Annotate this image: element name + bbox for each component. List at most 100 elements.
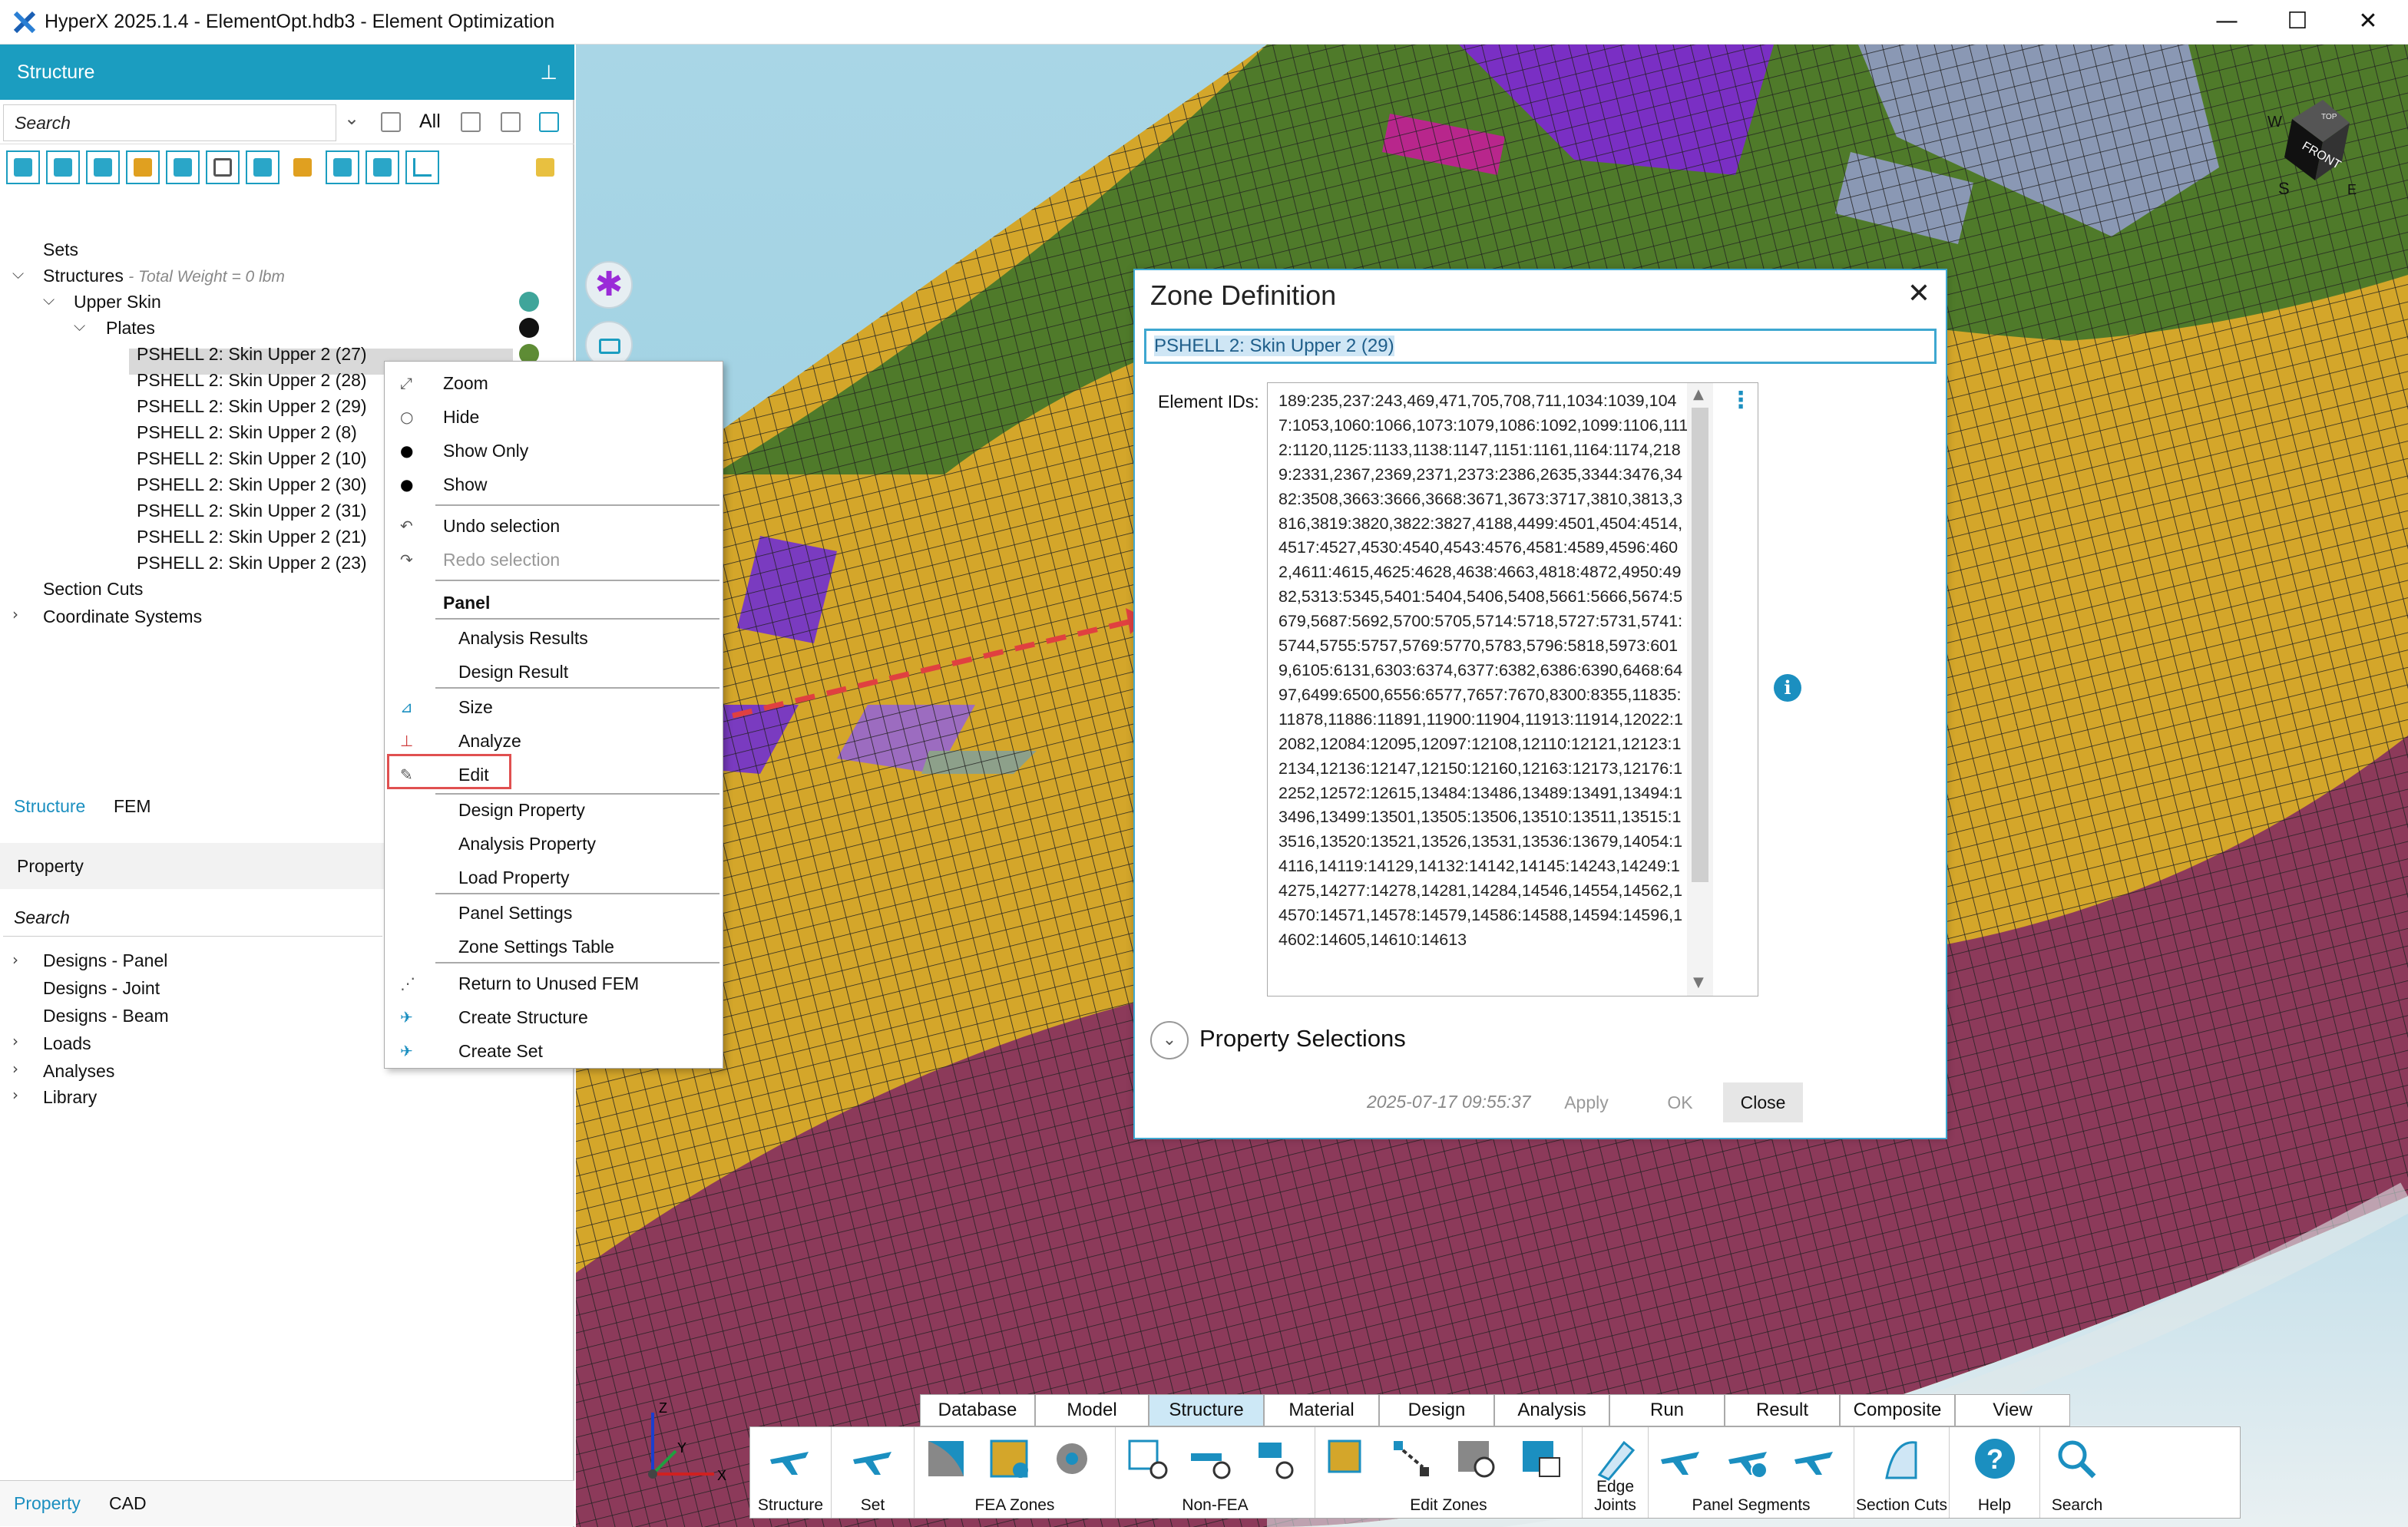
ribbon-group-panel-segments[interactable]: Panel Segments xyxy=(1649,1427,1854,1518)
scroll-down-icon[interactable]: ▼ xyxy=(1693,974,1704,990)
chevron-down-icon[interactable]: ⌄ xyxy=(1150,1021,1189,1059)
circle-outline-icon: ○ xyxy=(400,408,414,426)
ribbon-tab-material[interactable]: Material xyxy=(1264,1394,1379,1426)
non-fea-joint-icon xyxy=(1259,1443,1294,1479)
menu-separator xyxy=(435,893,719,894)
ribbon-tab-result[interactable]: Result xyxy=(1725,1394,1840,1426)
circle-filled-icon: ● xyxy=(400,441,414,460)
structure-plane-icon xyxy=(770,1452,809,1475)
set-plane-icon xyxy=(853,1452,891,1475)
menu-item-design-property[interactable]: Design Property xyxy=(385,793,723,827)
menu-header-panel: Panel xyxy=(443,593,491,613)
ribbon-group-help[interactable]: ? Help xyxy=(1950,1427,2040,1518)
element-ids-value: 189:235,237:243,469,471,705,708,711,1034… xyxy=(1278,392,1689,949)
menu-item-show-only[interactable]: ● Show Only xyxy=(385,434,723,468)
dialog-close-icon[interactable]: ✕ xyxy=(1907,278,1930,309)
zone-name-input[interactable]: PSHELL 2: Skin Upper 2 (29) xyxy=(1144,329,1937,364)
element-ids-scrollbar[interactable]: ▲ ▼ xyxy=(1687,383,1713,996)
edit-zone-select-icon xyxy=(1328,1439,1361,1473)
ribbon-tabs: Database Model Structure Material Design… xyxy=(920,1394,2072,1426)
redo-icon: ↷ xyxy=(400,550,413,569)
zoom-icon: ⤢ xyxy=(400,374,412,392)
panel-segment-icon xyxy=(1661,1452,1699,1475)
menu-item-size[interactable]: ⊿ Size xyxy=(385,690,723,724)
search-icon xyxy=(2058,1440,2096,1479)
element-ids-textarea[interactable]: 189:235,237:243,469,471,705,708,711,1034… xyxy=(1267,382,1758,997)
menu-item-analyze[interactable]: ⊥ Analyze xyxy=(385,724,723,758)
info-icon[interactable]: i xyxy=(1774,674,1801,702)
edit-zone-table-icon xyxy=(1523,1441,1560,1477)
circle-filled-icon: ● xyxy=(400,475,414,494)
ribbon-tab-analysis[interactable]: Analysis xyxy=(1494,1394,1609,1426)
scroll-up-icon[interactable]: ▲ xyxy=(1693,386,1704,402)
menu-item-load-property[interactable]: Load Property xyxy=(385,861,723,894)
scroll-thumb[interactable] xyxy=(1692,408,1708,882)
apply-button[interactable]: Apply xyxy=(1550,1082,1623,1122)
dialog-title: Zone Definition xyxy=(1150,279,1337,311)
dialog-timestamp: 2025-07-17 09:55:37 xyxy=(1367,1092,1531,1112)
ribbon-tab-composite[interactable]: Composite xyxy=(1840,1394,1955,1426)
edge-joint-icon xyxy=(1597,1440,1636,1481)
ribbon-toolbar: Structure Set FEA Zones Non-FEA Edit Zon… xyxy=(749,1426,2241,1519)
fea-gear-icon xyxy=(1057,1443,1087,1474)
zone-name-value: PSHELL 2: Skin Upper 2 (29) xyxy=(1154,335,1394,356)
edit-zone-split-icon xyxy=(1394,1441,1429,1476)
menu-separator xyxy=(435,962,719,963)
help-icon: ? xyxy=(1975,1439,2015,1479)
menu-item-zoom[interactable]: ⤢ Zoom xyxy=(385,366,723,400)
ribbon-group-structure[interactable]: Structure xyxy=(750,1427,832,1518)
menu-separator xyxy=(435,618,719,620)
kebab-menu-icon[interactable]: ⋮ xyxy=(1729,387,1752,414)
panel-segment-split-icon xyxy=(1794,1452,1833,1475)
create-structure-icon: ✈ xyxy=(400,1008,413,1026)
menu-separator xyxy=(435,504,719,506)
fea-zone-auto-icon xyxy=(990,1439,1028,1478)
menu-item-show[interactable]: ● Show xyxy=(385,468,723,501)
ribbon-tab-model[interactable]: Model xyxy=(1035,1394,1149,1426)
create-set-icon: ✈ xyxy=(400,1042,413,1060)
fea-zone-icon xyxy=(928,1441,964,1476)
menu-item-create-structure[interactable]: ✈ Create Structure xyxy=(385,1000,723,1034)
non-fea-beam-icon xyxy=(1191,1453,1231,1479)
element-ids-label: Element IDs: xyxy=(1158,392,1259,411)
menu-item-design-result[interactable]: Design Result xyxy=(385,655,723,689)
ribbon-group-search[interactable]: Search xyxy=(2040,1427,2114,1518)
analyze-icon: ⊥ xyxy=(400,732,414,750)
size-icon: ⊿ xyxy=(400,698,413,716)
ribbon-group-fea-zones[interactable]: FEA Zones xyxy=(915,1427,1116,1518)
edit-zone-refresh-icon xyxy=(1458,1441,1495,1478)
menu-item-create-set[interactable]: ✈ Create Set xyxy=(385,1034,723,1068)
menu-item-hide[interactable]: ○ Hide xyxy=(385,400,723,434)
property-selections-expander[interactable]: ⌄ Property Selections xyxy=(1150,1021,1406,1059)
ribbon-group-non-fea[interactable]: Non-FEA xyxy=(1116,1427,1315,1518)
ribbon-tab-structure[interactable]: Structure xyxy=(1149,1394,1264,1426)
panel-segment-auto-icon xyxy=(1728,1452,1768,1479)
menu-item-redo-selection: ↷ Redo selection xyxy=(400,550,561,570)
menu-separator xyxy=(435,580,719,581)
close-button[interactable]: Close xyxy=(1723,1082,1803,1122)
menu-item-analysis-property[interactable]: Analysis Property xyxy=(385,827,723,861)
context-menu: ⤢ Zoom ○ Hide ● Show Only ● Show ↶ Undo selec… xyxy=(384,361,723,1069)
menu-item-zone-settings-table[interactable]: Zone Settings Table xyxy=(385,930,723,963)
ribbon-tab-design[interactable]: Design xyxy=(1379,1394,1494,1426)
ribbon-tab-database[interactable]: Database xyxy=(920,1394,1035,1426)
zone-definition-dialog: Zone Definition ✕ PSHELL 2: Skin Upper 2… xyxy=(1133,269,1947,1139)
ribbon-tab-view[interactable]: View xyxy=(1955,1394,2070,1426)
menu-item-analysis-results[interactable]: Analysis Results xyxy=(385,621,723,655)
undo-icon: ↶ xyxy=(400,517,413,535)
ribbon-group-edge-joints[interactable]: Edge Joints xyxy=(1583,1427,1649,1518)
non-fea-add-icon xyxy=(1128,1439,1168,1479)
ok-button[interactable]: OK xyxy=(1649,1082,1711,1122)
ribbon-group-edit-zones[interactable]: Edit Zones xyxy=(1315,1427,1583,1518)
ribbon-group-section-cuts[interactable]: Section Cuts xyxy=(1854,1427,1950,1518)
unused-fem-icon: ⋰ xyxy=(400,974,415,993)
menu-separator xyxy=(435,687,719,689)
svg-text:?: ? xyxy=(1986,1443,2003,1475)
menu-item-panel-settings[interactable]: Panel Settings xyxy=(385,896,723,930)
menu-item-return-to-unused-fem[interactable]: ⋰ Return to Unused FEM xyxy=(385,967,723,1000)
ribbon-group-set[interactable]: Set xyxy=(832,1427,915,1518)
section-cut-icon xyxy=(1885,1441,1917,1479)
menu-item-undo-selection[interactable]: ↶ Undo selection xyxy=(385,509,723,543)
ribbon-tab-run[interactable]: Run xyxy=(1609,1394,1725,1426)
edit-highlight-box xyxy=(387,754,511,789)
